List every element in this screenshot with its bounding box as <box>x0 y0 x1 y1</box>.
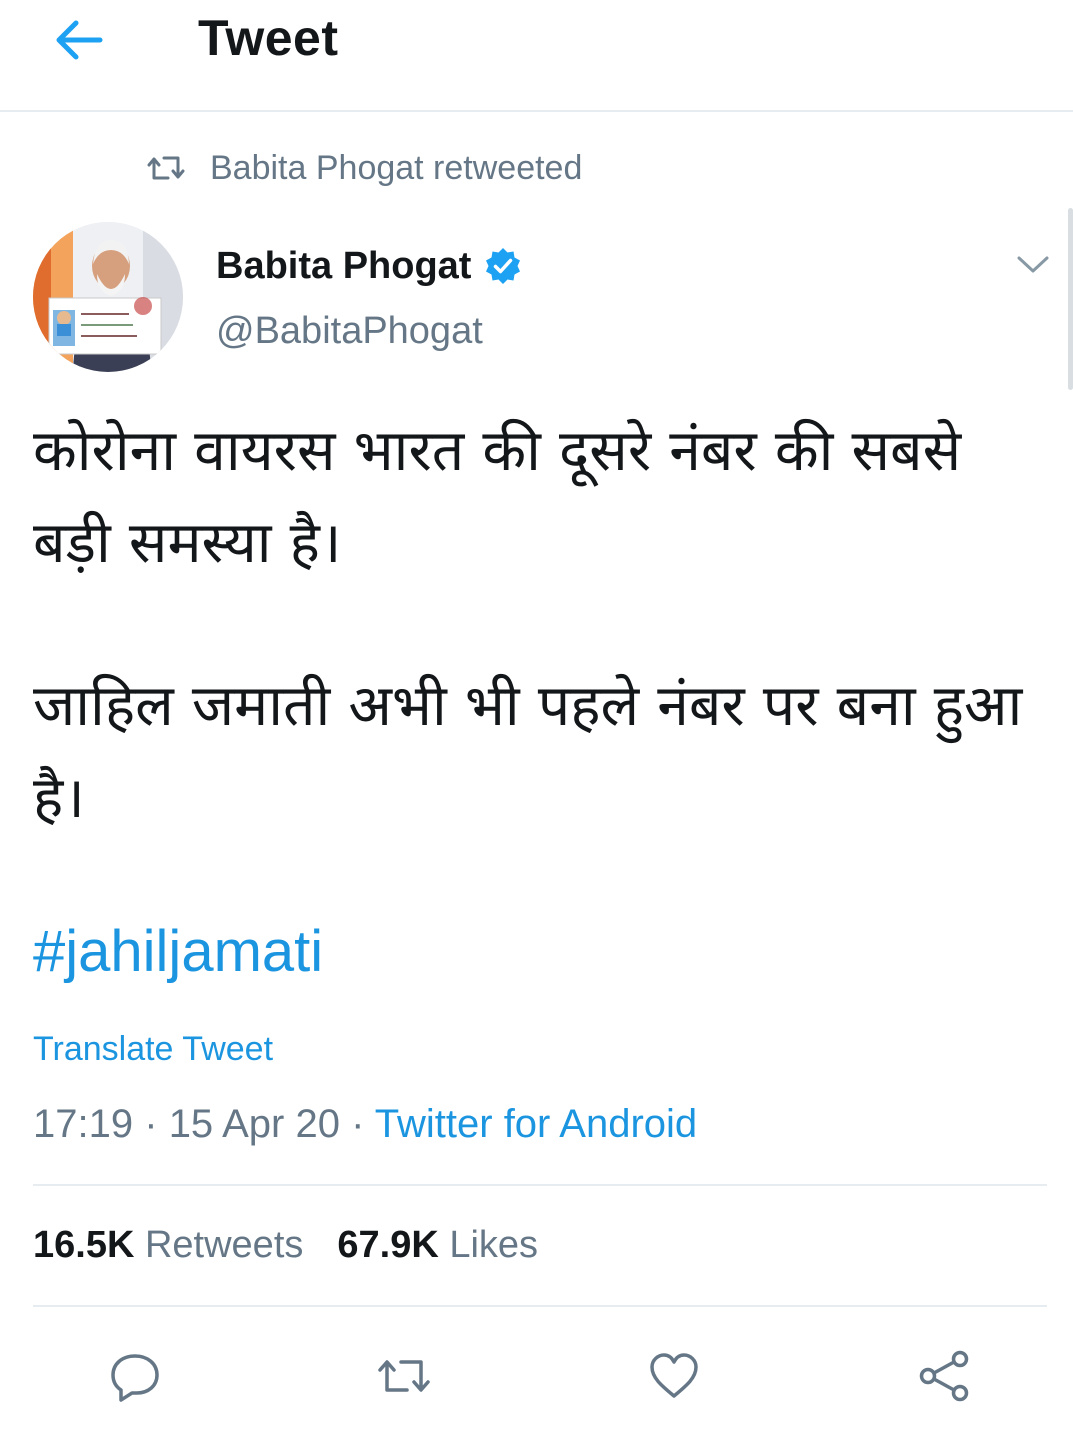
meta-separator: · <box>144 1102 158 1146</box>
tweet-meta: 17:19 · 15 Apr 20 · Twitter for Android <box>33 1102 697 1147</box>
tweet-detail-screen: Tweet Babita Phogat retweeted Babita Pho… <box>0 0 1073 1440</box>
back-button[interactable] <box>46 10 110 70</box>
like-button[interactable] <box>634 1336 714 1416</box>
divider <box>33 1184 1047 1186</box>
tweet-paragraph-1: कोरोना वायरस भारत की दूसरे नंबर की सबसे … <box>33 418 962 576</box>
retweets-count: 16.5K <box>33 1224 135 1266</box>
author-name[interactable]: Babita Phogat <box>216 242 523 290</box>
author-name-label: Babita Phogat <box>216 244 472 287</box>
retweets-label: Retweets <box>144 1224 304 1266</box>
share-icon <box>919 1350 969 1402</box>
author-handle[interactable]: @BabitaPhogat <box>216 310 483 353</box>
top-app-bar: Tweet <box>0 0 1073 112</box>
retweet-button[interactable] <box>364 1336 444 1416</box>
tweet-source-link[interactable]: Twitter for Android <box>375 1102 697 1146</box>
page-title: Tweet <box>198 10 339 66</box>
tweet-paragraph-2: जाहिल जमाती अभी भी पहले नंबर पर बना हुआ … <box>33 673 1023 831</box>
tweet-action-bar <box>0 1336 1073 1416</box>
divider <box>33 1305 1047 1307</box>
hashtag-link[interactable]: #jahiljamati <box>33 918 323 985</box>
tweet-time: 17:19 <box>33 1102 134 1146</box>
reply-icon <box>111 1354 159 1402</box>
tweet-stats: 16.5K Retweets 67.9K Likes <box>33 1224 572 1267</box>
scrollbar[interactable] <box>1068 208 1073 390</box>
share-button[interactable] <box>904 1336 984 1416</box>
chevron-down-icon[interactable] <box>1010 244 1056 284</box>
tweet-date: 15 Apr 20 <box>168 1102 340 1146</box>
arrow-left-icon <box>56 20 103 60</box>
likes-stat[interactable]: 67.9K Likes <box>337 1224 538 1267</box>
avatar[interactable] <box>33 222 183 372</box>
avatar-image <box>33 222 183 372</box>
like-icon <box>650 1353 698 1398</box>
retweet-icon <box>378 1360 430 1392</box>
reply-button[interactable] <box>95 1336 175 1416</box>
translate-tweet-link[interactable]: Translate Tweet <box>33 1030 273 1069</box>
likes-count: 67.9K <box>337 1224 439 1266</box>
likes-label: Likes <box>449 1224 539 1266</box>
retweet-context-label: Babita Phogat retweeted <box>210 148 583 187</box>
retweet-context[interactable]: Babita Phogat retweeted <box>146 146 582 190</box>
retweet-icon <box>147 156 185 180</box>
retweets-stat[interactable]: 16.5K Retweets <box>33 1224 303 1267</box>
verified-badge-icon <box>486 248 521 284</box>
meta-separator: · <box>351 1102 365 1146</box>
